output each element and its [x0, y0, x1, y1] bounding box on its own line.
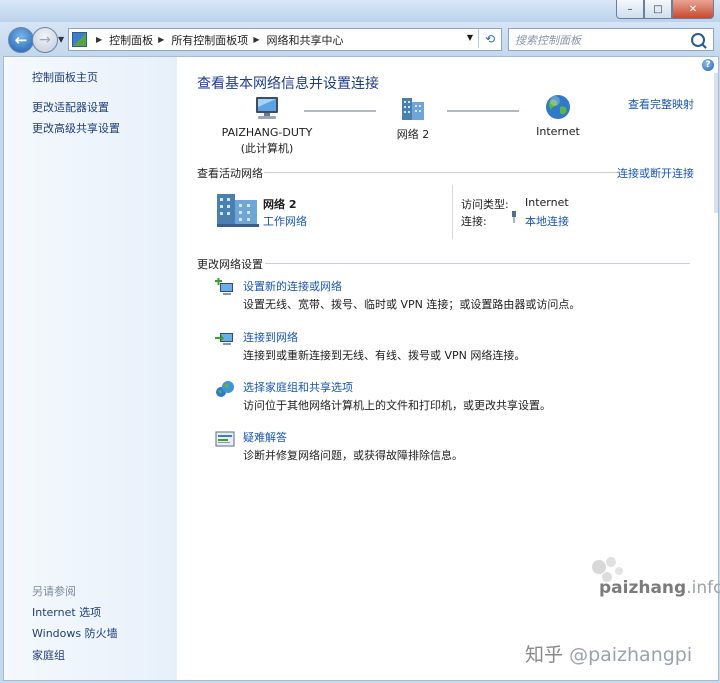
- help-icon[interactable]: ?: [702, 59, 714, 71]
- network-building-icon: [402, 98, 424, 120]
- sidebar-adapter-settings-link[interactable]: 更改适配器设置: [32, 99, 109, 115]
- watermark-site-main: paizhang: [599, 578, 687, 598]
- sidebar: 控制面板主页 更改适配器设置 更改高级共享设置 另请参阅 Internet 选项…: [4, 57, 177, 680]
- new-connection-icon: [215, 278, 233, 295]
- address-bar[interactable]: ▶ 控制面板 ▶ 所有控制面板项 ▶ 网络和共享中心 ▼ ⟲: [68, 28, 502, 51]
- connection-line-2: [447, 110, 519, 112]
- divider: [264, 172, 618, 173]
- task-description: 访问位于其他网络计算机上的文件和打印机，或更改共享设置。: [243, 399, 551, 412]
- active-networks-header: 查看活动网络: [197, 167, 263, 180]
- navigation-bar: ← → ▼ ▶ 控制面板 ▶ 所有控制面板项 ▶ 网络和共享中心 ▼ ⟲ 搜索控…: [0, 22, 720, 56]
- connect-disconnect-link[interactable]: 连接或断开连接: [617, 165, 694, 181]
- scrollbar[interactable]: [714, 73, 718, 213]
- chevron-right-icon[interactable]: ▶: [253, 35, 259, 44]
- minimize-button[interactable]: –: [616, 0, 644, 19]
- breadcrumb-all-items[interactable]: 所有控制面板项: [171, 32, 248, 48]
- window-controls: – □ ✕: [616, 0, 714, 19]
- breadcrumb-control-panel[interactable]: 控制面板: [109, 32, 153, 48]
- title-bar[interactable]: – □ ✕: [0, 0, 720, 22]
- computer-name: PAIZHANG-DUTY: [221, 126, 313, 139]
- close-button[interactable]: ✕: [672, 0, 714, 19]
- sidebar-advanced-sharing-link[interactable]: 更改高级共享设置: [32, 120, 120, 136]
- internet-node-label: Internet: [536, 125, 580, 138]
- access-type-label: 访问类型:: [461, 198, 509, 211]
- back-button[interactable]: ←: [8, 27, 34, 53]
- chevron-right-icon[interactable]: ▶: [96, 35, 102, 44]
- refresh-button[interactable]: ⟲: [478, 29, 501, 48]
- troubleshoot-icon: [215, 431, 235, 447]
- see-also-label: 另请参阅: [32, 585, 76, 598]
- setup-connection-link[interactable]: 设置新的连接或网络: [243, 278, 342, 294]
- breadcrumb: ▶ 控制面板 ▶ 所有控制面板项 ▶ 网络和共享中心: [91, 32, 343, 48]
- forward-button[interactable]: →: [32, 27, 58, 53]
- internet-node[interactable]: Internet: [523, 93, 593, 138]
- maximize-button[interactable]: □: [644, 0, 672, 19]
- ethernet-icon: [512, 211, 516, 223]
- watermark-zhihu: 知乎 @paizhangpi: [525, 640, 692, 667]
- vertical-divider: [452, 185, 453, 239]
- windows-firewall-link[interactable]: Windows 防火墙: [32, 625, 118, 641]
- internet-options-link[interactable]: Internet 选项: [32, 604, 101, 620]
- active-network-name: 网络 2: [263, 198, 297, 211]
- search-icon[interactable]: [691, 32, 705, 47]
- full-map-link[interactable]: 查看完整映射: [628, 96, 694, 112]
- task-description: 设置无线、宽带、拨号、临时或 VPN 连接；或设置路由器或访问点。: [243, 298, 581, 311]
- watermark-zhihu-logo: 知乎: [525, 644, 564, 666]
- connect-network-link[interactable]: 连接到网络: [243, 329, 298, 345]
- breadcrumb-network-center[interactable]: 网络和共享中心: [266, 32, 343, 48]
- network-node[interactable]: 网络 2: [383, 94, 443, 142]
- chevron-right-icon[interactable]: ▶: [158, 35, 164, 44]
- address-dropdown-icon[interactable]: ▼: [467, 33, 473, 42]
- homegroup-icon: [216, 381, 234, 397]
- control-panel-icon: [72, 32, 87, 47]
- search-box[interactable]: 搜索控制面板: [508, 28, 714, 51]
- window: – □ ✕ ← → ▼ ▶ 控制面板 ▶ 所有控制面板项 ▶ 网络和共享中心 ▼…: [0, 0, 720, 683]
- watermark-handle: @paizhangpi: [569, 644, 693, 666]
- computer-icon: [256, 97, 278, 119]
- homegroup-link[interactable]: 家庭组: [32, 647, 65, 663]
- globe-icon: [546, 95, 570, 119]
- connection-line-1: [304, 110, 376, 112]
- access-type-value: Internet: [525, 196, 569, 209]
- divider: [265, 263, 690, 264]
- sidebar-home-link[interactable]: 控制面板主页: [32, 69, 98, 85]
- homegroup-sharing-link[interactable]: 选择家庭组和共享选项: [243, 379, 353, 395]
- recent-pages-dropdown[interactable]: ▼: [58, 35, 64, 44]
- connect-network-icon: [215, 333, 233, 345]
- change-settings-header: 更改网络设置: [197, 258, 263, 271]
- watermark-site: paizhang.info: [599, 578, 720, 598]
- page-title: 查看基本网络信息并设置连接: [197, 76, 379, 92]
- troubleshoot-link[interactable]: 疑难解答: [243, 429, 287, 445]
- search-input[interactable]: 搜索控制面板: [515, 32, 691, 48]
- active-network-icon: [217, 194, 259, 227]
- task-description: 连接到或重新连接到无线、有线、拨号或 VPN 网络连接。: [243, 349, 526, 362]
- local-connection-link[interactable]: 本地连接: [525, 213, 569, 229]
- network-node-label: 网络 2: [396, 128, 430, 141]
- task-description: 诊断并修复网络问题，或获得故障排除信息。: [243, 449, 463, 462]
- computer-sub: (此计算机): [240, 142, 294, 155]
- connection-label: 连接:: [461, 215, 487, 228]
- watermark-site-ext: .info: [686, 578, 720, 598]
- computer-node[interactable]: PAIZHANG-DUTY (此计算机): [207, 94, 327, 156]
- network-type-link[interactable]: 工作网络: [263, 213, 307, 229]
